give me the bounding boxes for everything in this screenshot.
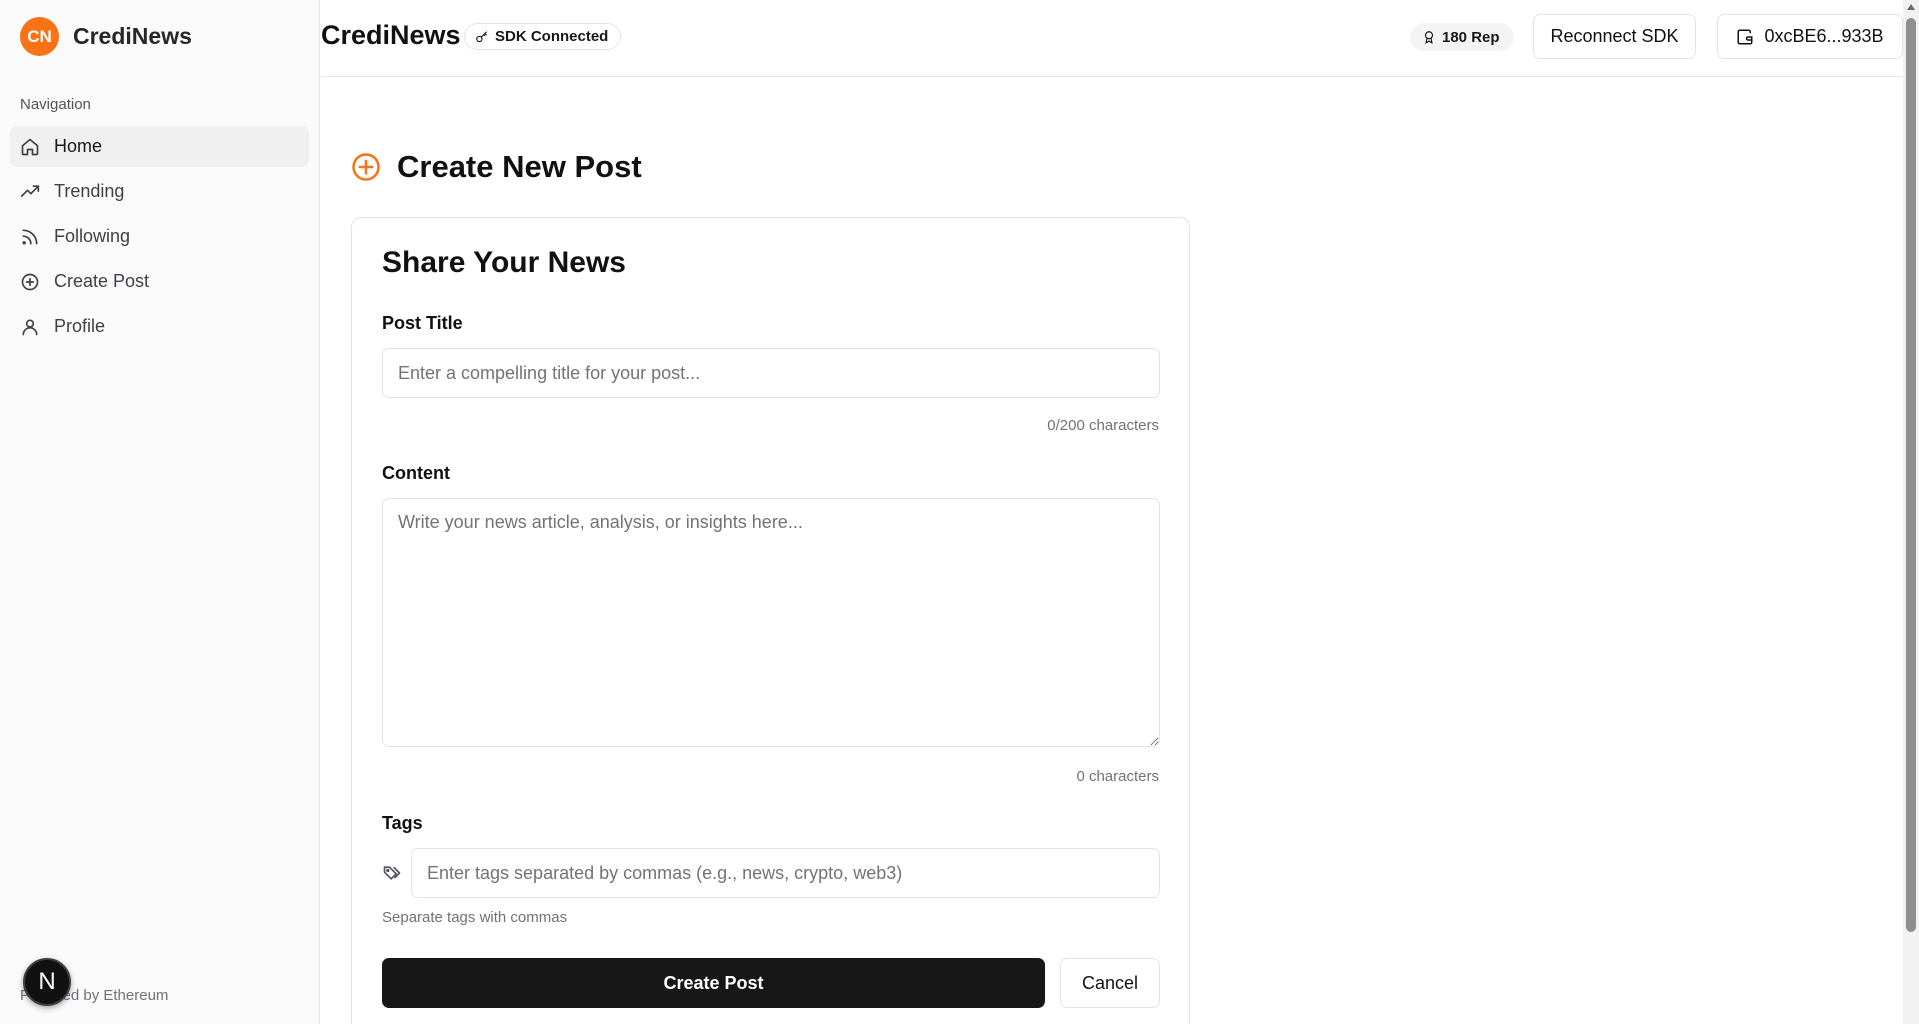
content-label: Content: [382, 463, 450, 483]
plus-circle-icon: [352, 153, 380, 181]
post-title-label: Post Title: [382, 313, 463, 333]
tag-icon-wrap: [382, 863, 402, 888]
user-icon: [22, 319, 38, 335]
sidebar-item-label: Create Post: [54, 271, 150, 291]
header-title: CrediNews: [321, 20, 461, 50]
title-char-counter: 0/200 characters: [1047, 417, 1159, 434]
key-icon: [476, 30, 488, 42]
nav-heading: Navigation: [20, 96, 91, 113]
app-root: CN CrediNews Navigation Home Trending Fo…: [0, 0, 1919, 1024]
wallet-button[interactable]: 0xcBE6...933B: [1717, 14, 1903, 59]
sidebar-item-trending[interactable]: Trending: [10, 171, 309, 212]
page-heading: Create New Post: [351, 149, 642, 185]
sdk-status-label: SDK Connected: [495, 28, 609, 45]
reconnect-sdk-button[interactable]: Reconnect SDK: [1533, 14, 1696, 59]
sidebar-item-following[interactable]: Following: [10, 216, 309, 257]
create-post-card: Share Your News Post Title 0/200 charact…: [351, 217, 1190, 1024]
content-textarea[interactable]: [382, 498, 1160, 747]
top-header: CrediNews SDK Connected 180 Rep Reconnec…: [321, 0, 1903, 77]
reputation-badge: 180 Rep: [1410, 23, 1514, 51]
sidebar-nav: Home Trending Following Create Post Prof…: [10, 126, 309, 351]
plus-circle-icon: [21, 273, 39, 290]
brand-logo: CN: [20, 17, 59, 56]
page-scrollbar[interactable]: [1903, 0, 1919, 1024]
sidebar-item-label: Following: [54, 226, 131, 246]
dev-tools-badge[interactable]: N: [23, 958, 71, 1006]
scroll-up-arrow-icon[interactable]: [1907, 4, 1915, 10]
card-title: Share Your News: [382, 246, 626, 279]
scroll-thumb[interactable]: [1906, 18, 1916, 932]
tags-input[interactable]: [411, 848, 1160, 898]
wallet-address: 0xcBE6...933B: [1764, 26, 1884, 46]
brand[interactable]: CN CrediNews: [20, 17, 192, 56]
create-post-button[interactable]: Create Post: [382, 958, 1045, 1008]
cancel-button[interactable]: Cancel: [1060, 958, 1160, 1008]
home-icon: [21, 138, 39, 155]
tags-icon: [383, 866, 401, 880]
sidebar-item-create-post[interactable]: Create Post: [10, 261, 309, 302]
award-icon: [1424, 31, 1434, 44]
trending-up-icon: [20, 184, 40, 197]
sidebar-item-profile[interactable]: Profile: [10, 306, 309, 347]
tags-label: Tags: [382, 813, 423, 833]
tags-hint: Separate tags with commas: [382, 909, 568, 926]
sidebar-item-label: Trending: [54, 181, 125, 201]
rss-icon: [22, 229, 38, 244]
post-title-input[interactable]: [382, 348, 1160, 398]
sidebar-item-home[interactable]: Home: [10, 126, 309, 167]
content-char-counter: 0 characters: [1076, 768, 1159, 785]
sidebar-item-label: Profile: [54, 316, 106, 336]
brand-name: CrediNews: [73, 23, 192, 49]
wallet-icon: [1737, 29, 1753, 44]
page-title: Create New Post: [397, 149, 642, 184]
sdk-status-badge: SDK Connected: [464, 23, 622, 50]
sidebar-item-label: Home: [54, 136, 103, 156]
reputation-label: 180 Rep: [1442, 28, 1500, 46]
sidebar: CN CrediNews Navigation Home Trending Fo…: [0, 0, 320, 1024]
